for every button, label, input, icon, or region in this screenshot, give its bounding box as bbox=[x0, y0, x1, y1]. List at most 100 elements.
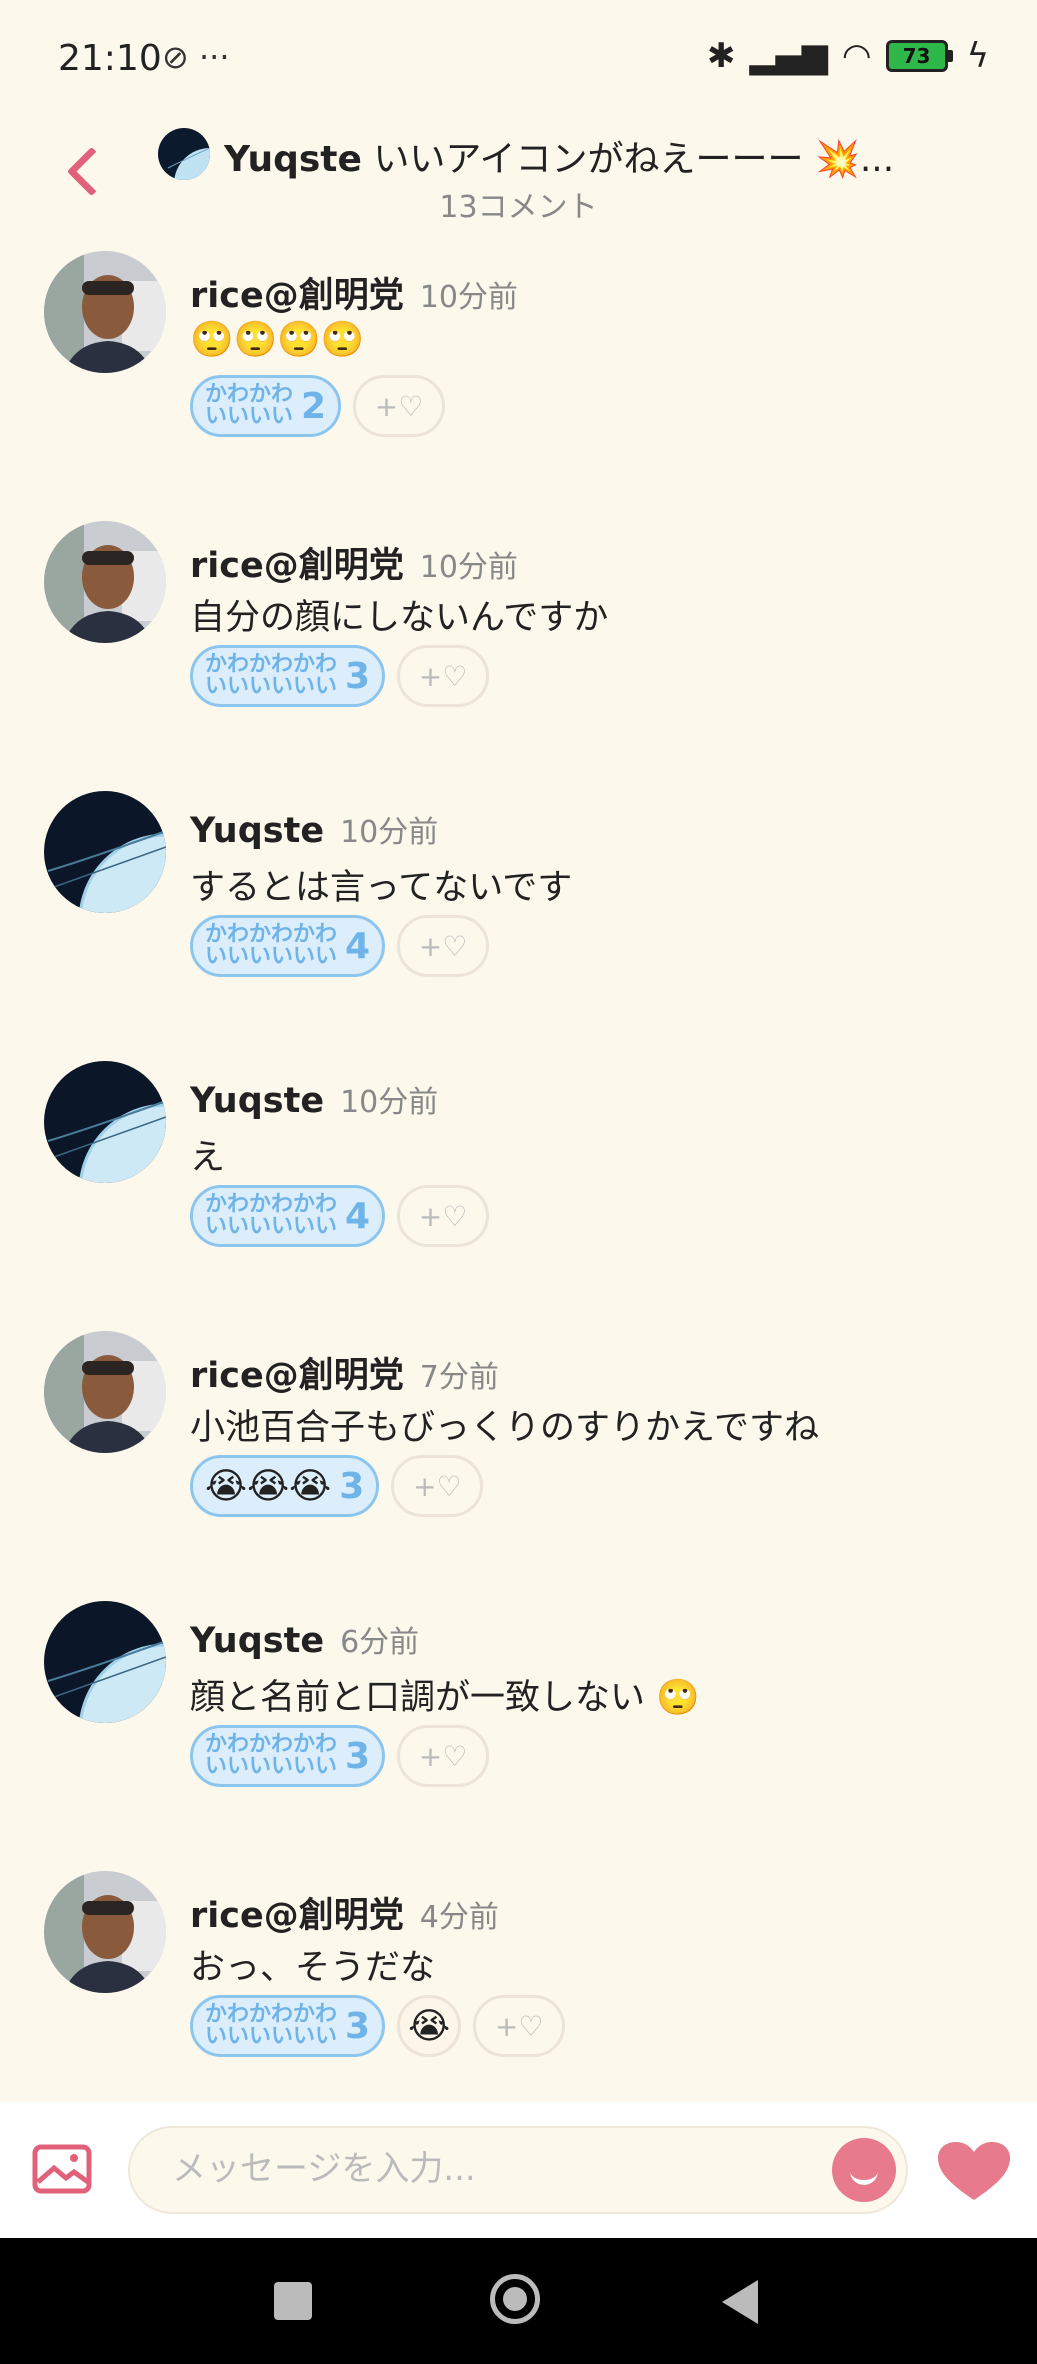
comment-item: rice@創明党 10分前 🙄🙄🙄🙄 かわかわ いいいい 2 +♡ bbox=[0, 245, 1037, 515]
reaction-label-bottom: いいいいいい bbox=[205, 2024, 338, 2049]
comment-item: Yuqste 6分前顔と名前と口調が一致しない 🙄 かわかわかわ いいいいいい 3 +♡ bbox=[0, 1595, 1037, 1865]
notification-icons: ⊘ ··· bbox=[162, 38, 230, 76]
add-reaction-label: +♡ bbox=[374, 389, 424, 423]
status-bar: 21:10 ⊘ ··· ✱ ▂▄▆ ◠ 73 ϟ bbox=[0, 0, 1037, 120]
add-reaction-button[interactable]: +♡ bbox=[397, 1185, 490, 1247]
comment-username[interactable]: rice@創明党 bbox=[190, 1356, 404, 1396]
comment-username[interactable]: rice@創明党 bbox=[190, 546, 404, 586]
comment-username[interactable]: rice@創明党 bbox=[190, 1896, 404, 1936]
comment-time: 10分前 bbox=[340, 815, 439, 850]
battery-level: 73 bbox=[885, 40, 948, 72]
reaction-count: 4 bbox=[345, 925, 371, 967]
reaction-label-bottom: いいいいいい bbox=[205, 944, 338, 969]
reaction-row: かわかわかわ いいいいいい 4 +♡ bbox=[190, 1185, 490, 1247]
add-reaction-button[interactable]: +♡ bbox=[391, 1455, 484, 1517]
reaction-kawaii[interactable]: かわかわかわ いいいいいい 4 bbox=[190, 915, 386, 977]
comment-item: rice@創明党 7分前 小池百合子もびっくりのすりかえですね 😭😭😭 3 +♡ bbox=[0, 1325, 1037, 1595]
reaction-emoji-glyph: 😭😭😭 bbox=[205, 1465, 332, 1507]
reaction-label-top: かわかわかわ bbox=[205, 1732, 338, 1757]
home-button[interactable] bbox=[490, 2274, 540, 2324]
comment-count: 13コメント bbox=[439, 190, 598, 225]
reaction-label-bottom: いいいいいい bbox=[205, 1754, 338, 1779]
add-reaction-button[interactable]: +♡ bbox=[397, 645, 490, 707]
comment-list: rice@創明党 10分前 🙄🙄🙄🙄 かわかわ いいいい 2 +♡ rice@創明党 10分前自… bbox=[0, 245, 1037, 2135]
reaction-count: 3 bbox=[345, 1735, 371, 1777]
comment-item: rice@創明党 4分前 おっ、そうだな かわかわかわ いいいいいい 3 😭 +♡ bbox=[0, 1865, 1037, 2135]
reaction-label-top: かわかわかわ bbox=[205, 922, 338, 947]
reaction-emoji[interactable]: 😭😭😭 3 bbox=[190, 1455, 380, 1517]
comment-time: 10分前 bbox=[419, 280, 518, 315]
add-reaction-label: +♡ bbox=[418, 1199, 468, 1233]
add-reaction-label: +♡ bbox=[418, 1739, 468, 1773]
reaction-count: 4 bbox=[345, 1195, 371, 1237]
comment-username[interactable]: Yuqste bbox=[190, 1621, 324, 1661]
reaction-label-bottom: いいいいいい bbox=[205, 674, 338, 699]
comment-item: Yuqste 10分前えかわかわかわ いいいいいい 4 +♡ bbox=[0, 1055, 1037, 1325]
comment-item: Yuqste 10分前するとは言ってないですかわかわかわ いいいいいい 4 +♡ bbox=[0, 785, 1037, 1055]
reaction-row: かわかわかわ いいいいいい 3 +♡ bbox=[190, 1725, 490, 1787]
system-nav-bar bbox=[0, 2238, 1037, 2364]
thread-title: Yuqste いいアイコンがねえーーー 💥... bbox=[224, 130, 904, 182]
reaction-label-top: かわかわかわ bbox=[205, 1192, 338, 1217]
reaction-kawaii[interactable]: かわかわかわ いいいいいい 3 bbox=[190, 645, 386, 707]
reaction-label-top: かわかわかわ bbox=[205, 2002, 338, 2027]
comment-text: 顔と名前と口調が一致しない 🙄 bbox=[190, 1678, 700, 1718]
comment-time: 7分前 bbox=[419, 1360, 499, 1395]
reaction-kawaii[interactable]: かわかわかわ いいいいいい 3 bbox=[190, 1995, 386, 2057]
reaction-kawaii[interactable]: かわかわ いいいい 2 bbox=[190, 375, 342, 437]
add-reaction-label: +♡ bbox=[412, 1469, 462, 1503]
reaction-label-bottom: いいいい bbox=[205, 404, 294, 429]
reaction-kawaii[interactable]: かわかわかわ いいいいいい 3 bbox=[190, 1725, 386, 1787]
comment-time: 10分前 bbox=[419, 550, 518, 585]
recents-button[interactable] bbox=[274, 2282, 312, 2320]
reaction-row: かわかわ いいいい 2 +♡ bbox=[190, 375, 446, 437]
comment-username[interactable]: Yuqste bbox=[190, 1081, 324, 1121]
reaction-row: かわかわかわ いいいいいい 3 😭 +♡ bbox=[190, 1995, 566, 2057]
bluetooth-icon: ✱ bbox=[706, 36, 736, 76]
reaction-row: 😭😭😭 3 +♡ bbox=[190, 1455, 484, 1517]
comment-username[interactable]: rice@創明党 bbox=[190, 276, 404, 316]
reaction-kawaii[interactable]: かわかわかわ いいいいいい 4 bbox=[190, 1185, 386, 1247]
add-reaction-button[interactable]: +♡ bbox=[353, 375, 446, 437]
reaction-count: 3 bbox=[339, 1465, 365, 1507]
dnd-icon: ⊘ bbox=[162, 38, 189, 76]
add-reaction-button[interactable]: +♡ bbox=[473, 1995, 566, 2057]
battery-icon: 73 bbox=[885, 40, 953, 72]
thread-header: Yuqste いいアイコンがねえーーー 💥... 13コメント bbox=[0, 120, 1037, 230]
add-reaction-button[interactable]: +♡ bbox=[397, 1725, 490, 1787]
comment-time: 4分前 bbox=[419, 1900, 499, 1935]
comment-text: するとは言ってないです bbox=[190, 868, 573, 908]
add-reaction-label: +♡ bbox=[494, 2009, 544, 2043]
reaction-emoji[interactable]: 😭 bbox=[397, 1995, 462, 2057]
message-input-bar bbox=[0, 2102, 1037, 2238]
emoji-button[interactable] bbox=[832, 2138, 896, 2202]
add-reaction-label: +♡ bbox=[418, 929, 468, 963]
heart-button[interactable] bbox=[936, 2140, 1012, 2204]
comment-text: え bbox=[190, 1138, 226, 1178]
user-avatar[interactable] bbox=[44, 1871, 166, 1993]
message-field bbox=[128, 2126, 908, 2214]
image-attach-icon[interactable] bbox=[32, 2144, 92, 2194]
message-input[interactable] bbox=[170, 2148, 794, 2190]
reaction-row: かわかわかわ いいいいいい 4 +♡ bbox=[190, 915, 490, 977]
comment-username[interactable]: Yuqste bbox=[190, 811, 324, 851]
status-time: 21:10 bbox=[58, 38, 162, 79]
more-notifications-icon: ··· bbox=[198, 38, 230, 76]
system-back-button[interactable] bbox=[722, 2280, 758, 2324]
reaction-label-bottom: いいいいいい bbox=[205, 1214, 338, 1239]
user-avatar[interactable] bbox=[44, 1061, 166, 1183]
charging-icon: ϟ bbox=[966, 36, 989, 76]
user-avatar[interactable] bbox=[44, 521, 166, 643]
user-avatar[interactable] bbox=[44, 251, 166, 373]
add-reaction-button[interactable]: +♡ bbox=[397, 915, 490, 977]
user-avatar[interactable] bbox=[44, 791, 166, 913]
comment-time: 6分前 bbox=[340, 1625, 420, 1660]
thread-title-text: いいアイコンがねえーーー 💥... bbox=[373, 139, 895, 180]
user-avatar[interactable] bbox=[44, 1601, 166, 1723]
reaction-count: 3 bbox=[345, 2005, 371, 2047]
user-avatar[interactable] bbox=[44, 1331, 166, 1453]
reaction-label-top: かわかわかわ bbox=[205, 652, 338, 677]
comment-item: rice@創明党 10分前 自分の顔にしないんですか かわかわかわ いいいいいい 3 +♡ bbox=[0, 515, 1037, 785]
author-avatar[interactable] bbox=[158, 128, 210, 180]
reaction-row: かわかわかわ いいいいいい 3 +♡ bbox=[190, 645, 490, 707]
